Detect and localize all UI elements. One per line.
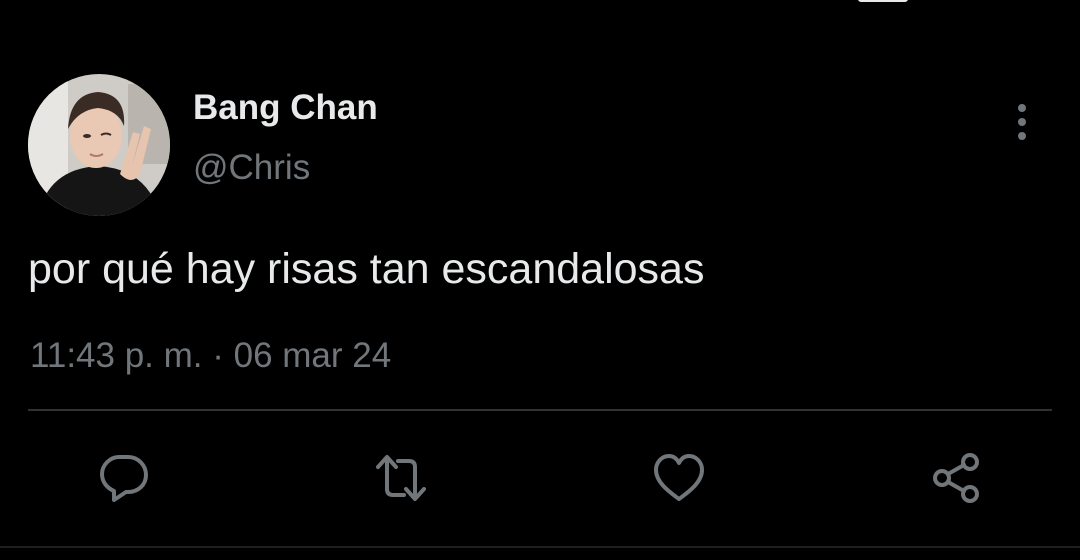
retweet-icon: [376, 455, 426, 501]
share-icon: [933, 453, 979, 503]
reply-icon: [100, 455, 148, 502]
tweet-timestamp[interactable]: 11:43 p. m. · 06 mar 24: [30, 336, 391, 376]
more-dot-icon: [1018, 118, 1026, 126]
share-button[interactable]: [928, 450, 984, 506]
like-button[interactable]: [651, 450, 707, 506]
more-dot-icon: [1018, 104, 1026, 112]
avatar-photo: [28, 74, 170, 216]
author-handle[interactable]: @Chris: [193, 148, 310, 188]
more-options-button[interactable]: [1004, 100, 1040, 144]
status-bar-fragment: [858, 0, 908, 2]
avatar[interactable]: [28, 74, 170, 216]
more-dot-icon: [1018, 132, 1026, 140]
author-display-name[interactable]: Bang Chan: [193, 88, 378, 128]
divider: [0, 546, 1080, 548]
divider: [28, 409, 1052, 411]
tweet-text: por qué hay risas tan escandalosas: [28, 245, 705, 293]
heart-icon: [654, 454, 704, 501]
reply-button[interactable]: [96, 450, 152, 506]
retweet-button[interactable]: [373, 450, 429, 506]
